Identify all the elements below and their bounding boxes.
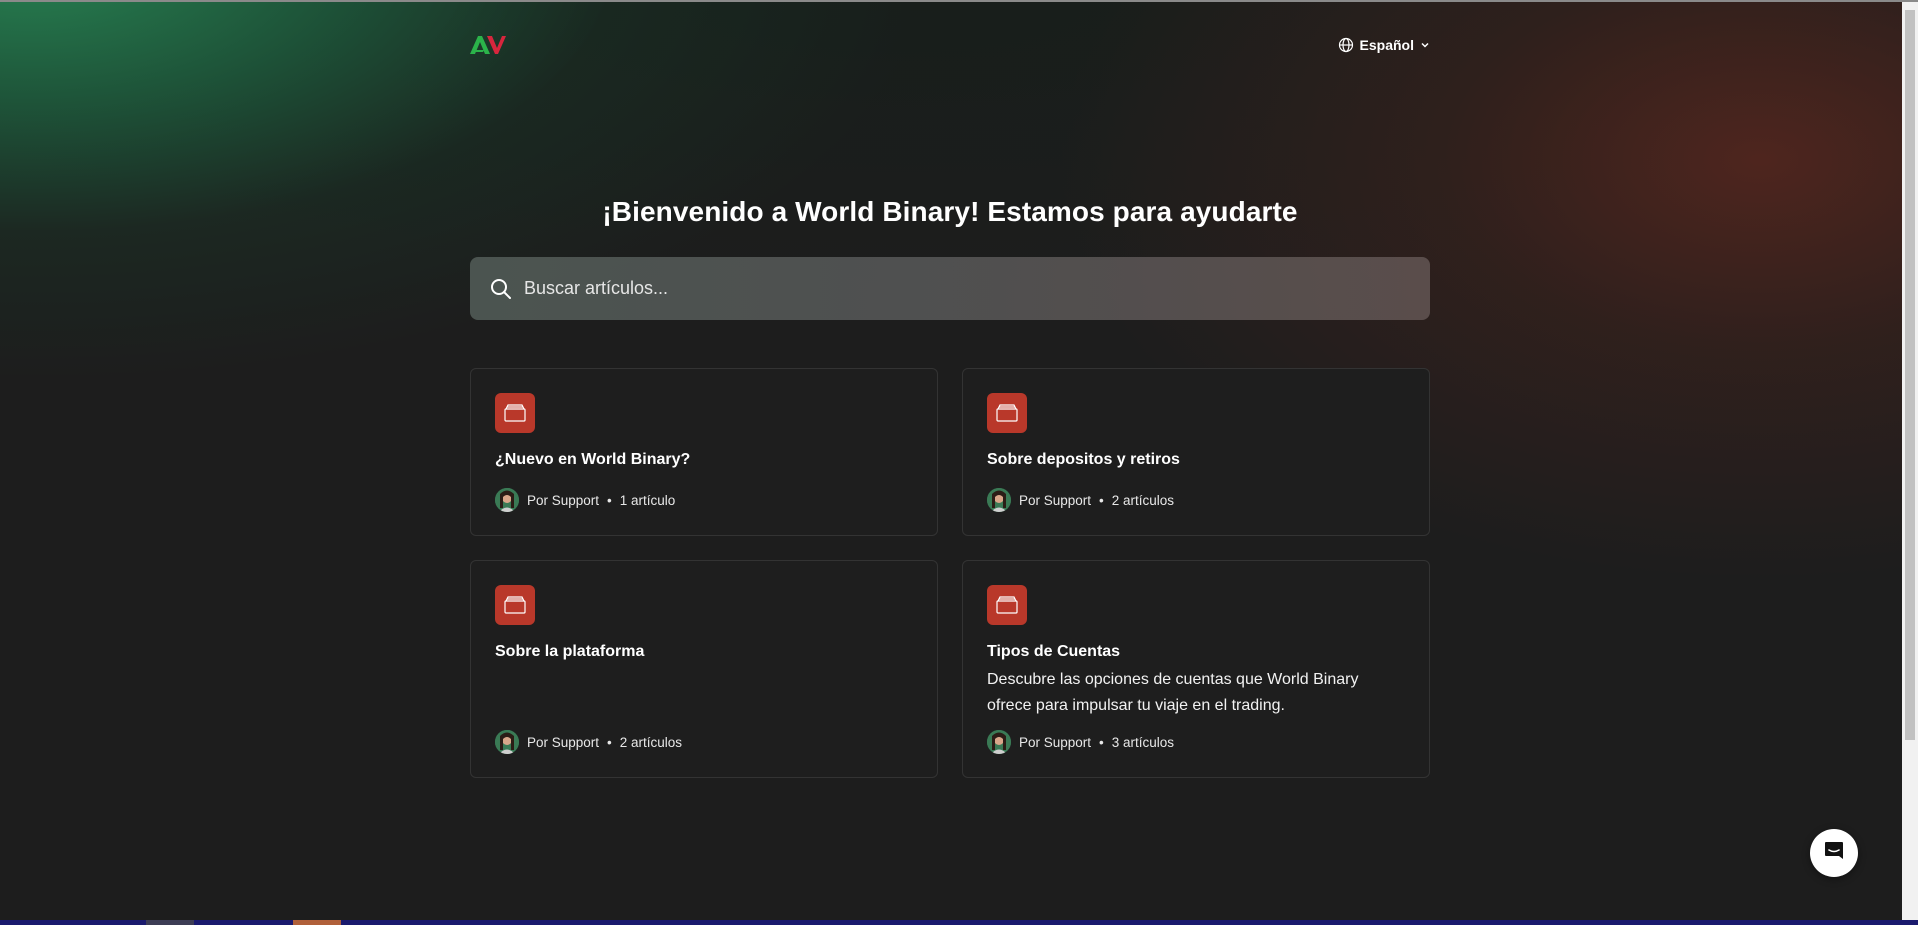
av-logo-icon[interactable] [470,30,506,58]
collection-meta: Por Support • 1 artículo [495,488,675,512]
article-count: 3 artículos [1111,734,1175,750]
folder-icon [495,585,535,625]
collection-title: Sobre la plataforma [495,643,645,660]
article-count: 2 artículos [619,734,683,750]
chevron-down-icon [1420,40,1430,50]
vertical-scrollbar[interactable] [1902,2,1918,920]
hero-title: ¡Bienvenido a World Binary! Estamos para… [602,196,1298,227]
chat-launcher-icon [1822,839,1846,868]
author-avatar [987,488,1011,512]
collection-meta: Por Support • 3 artículos [987,730,1174,754]
author-label: Por Support [1019,734,1092,750]
collection-card-nuevo[interactable]: ¿Nuevo en World Binary? Por Support • 1 … [470,368,938,536]
language-selector[interactable]: Español [1338,34,1430,56]
search-bar[interactable] [470,257,1430,320]
collection-card-depositos[interactable]: Sobre depositos y retiros Por Support • … [962,368,1430,536]
meta-separator: • [607,492,612,508]
author-label: Por Support [527,492,600,508]
collection-meta: Por Support • 2 artículos [987,488,1174,512]
collection-card-tipos-cuentas[interactable]: Tipos de Cuentas Descubre las opciones d… [962,560,1430,778]
folder-icon [987,585,1027,625]
author-avatar [987,730,1011,754]
taskbar-item[interactable] [293,920,341,925]
meta-separator: • [1099,734,1104,750]
header: Español [470,30,1430,60]
meta-separator: • [607,734,612,750]
collection-title: ¿Nuevo en World Binary? [495,451,691,468]
author-label: Por Support [1019,492,1092,508]
help-center-page: Español ¡Bienvenido a World Binary! Esta… [0,0,1918,925]
folder-icon [495,393,535,433]
taskbar-strip [0,920,1918,925]
article-count: 1 artículo [619,492,676,508]
meta-separator: • [1099,492,1104,508]
folder-icon [987,393,1027,433]
globe-icon [1338,37,1354,53]
article-count: 2 artículos [1111,492,1175,508]
window-top-border [0,0,1918,2]
author-avatar [495,488,519,512]
search-icon [490,278,512,300]
hero-background [0,0,1918,925]
collection-meta: Por Support • 2 artículos [495,730,682,754]
collection-title: Sobre depositos y retiros [987,451,1180,468]
scrollbar-thumb[interactable] [1905,10,1915,740]
chat-launcher-button[interactable] [1810,829,1858,877]
taskbar-item[interactable] [146,920,194,925]
collection-card-plataforma[interactable]: Sobre la plataforma Por Support • 2 artí… [470,560,938,778]
author-label: Por Support [527,734,600,750]
search-input[interactable] [522,267,1430,310]
author-avatar [495,730,519,754]
collection-title: Tipos de Cuentas [987,643,1121,660]
language-label: Español [1359,37,1414,53]
collection-description: Descubre las opciones de cuentas que Wor… [987,671,1359,714]
